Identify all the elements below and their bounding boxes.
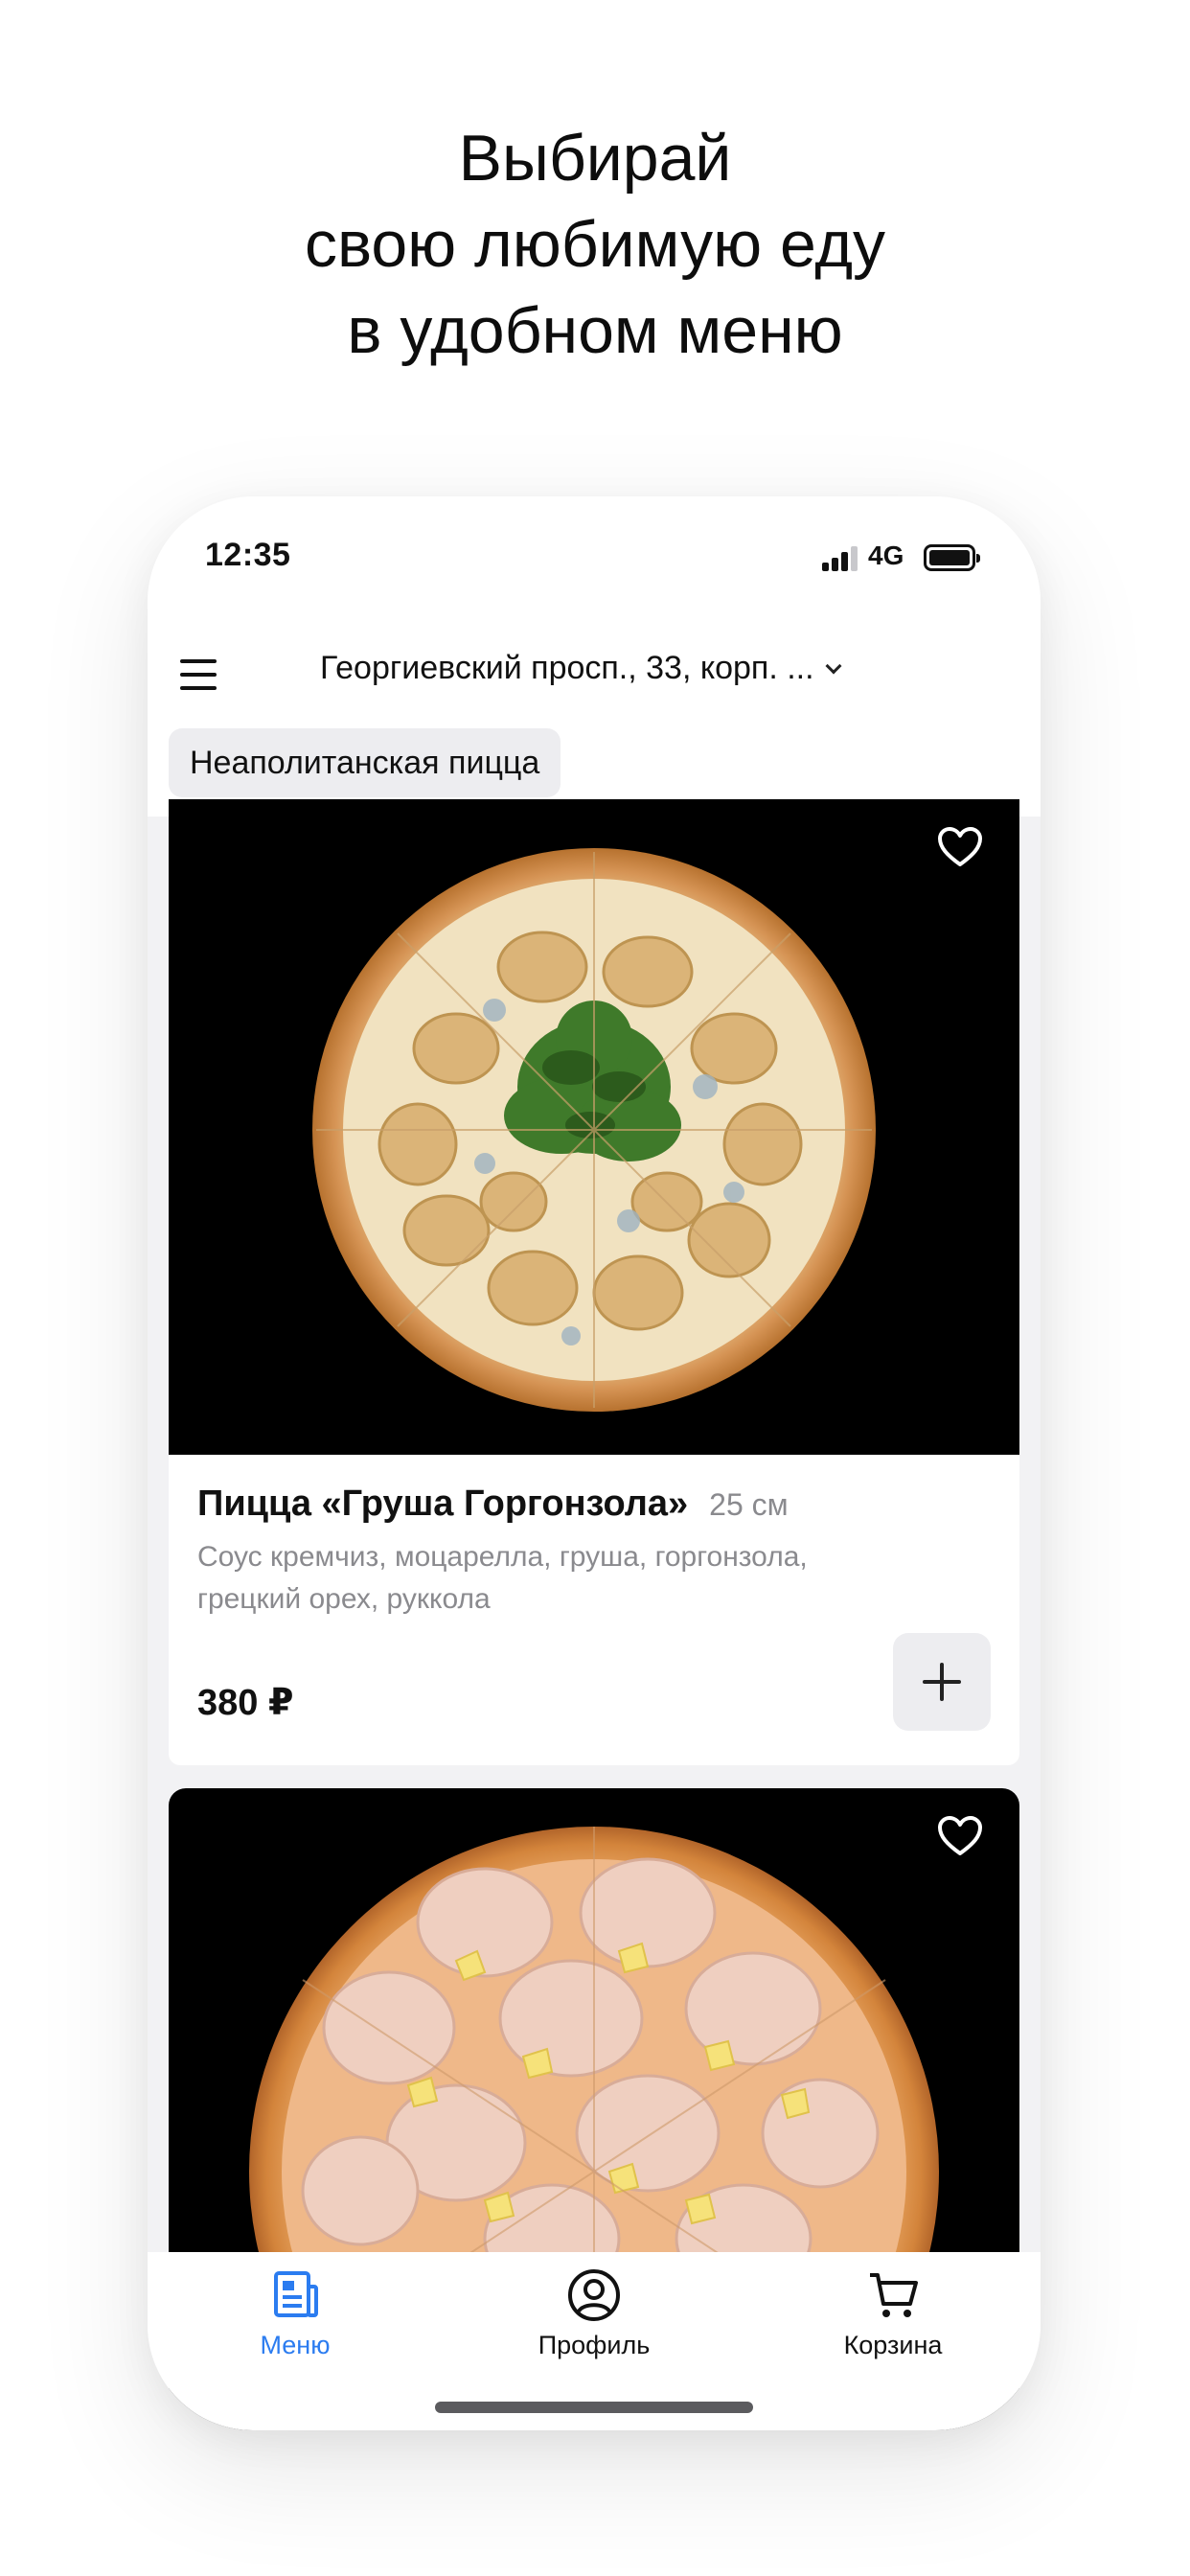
chevron-down-icon	[825, 657, 842, 674]
product-name: Пицца «Груша Горгонзола»	[197, 1484, 689, 1524]
product-size: 25 см	[709, 1487, 789, 1522]
profile-icon	[568, 2269, 620, 2321]
network-type: 4G	[868, 540, 904, 570]
address-selector[interactable]: Георгиевский просп., 33, корп. ...	[320, 650, 895, 687]
phone-frame: 12:35 4G Георгиевский просп., 33, корп. …	[148, 496, 1041, 2430]
heart-icon[interactable]	[937, 826, 983, 868]
top-bar: Георгиевский просп., 33, корп. ...	[148, 621, 1041, 726]
category-chip[interactable]: Неаполитанская пицца	[169, 728, 561, 797]
nav-tab-menu[interactable]: Меню	[199, 2267, 391, 2360]
product-description: Соус кремчиз, моцарелла, груша, горгонзо…	[197, 1541, 808, 1615]
promo-line-3: в удобном меню	[347, 294, 843, 367]
menu-burger-icon[interactable]	[169, 646, 226, 703]
status-bar: 12:35 4G	[148, 496, 1041, 621]
product-price: 380 ₽	[197, 1683, 294, 1723]
promo-line-1: Выбирай	[458, 122, 732, 195]
menu-icon	[274, 2271, 318, 2317]
add-to-cart-button[interactable]	[893, 1633, 991, 1731]
battery-icon	[924, 544, 980, 571]
nav-label-profile: Профиль	[538, 2331, 651, 2359]
signal-icon	[822, 546, 858, 571]
promo-line-2: свою любимую еду	[304, 208, 886, 281]
nav-label-cart: Корзина	[843, 2331, 943, 2359]
home-indicator	[435, 2402, 753, 2413]
promo-headline: Выбирай свою любимую еду в удобном меню	[0, 115, 1190, 374]
product-info: Пицца «Груша Горгонзола» 25 см Соус крем…	[197, 1484, 993, 1621]
address-text: Георгиевский просп., 33, корп. ...	[320, 650, 814, 686]
pizza-image	[312, 848, 876, 1412]
heart-icon[interactable]	[937, 1815, 983, 1857]
nav-label-menu: Меню	[260, 2331, 331, 2359]
status-time: 12:35	[205, 537, 291, 573]
nav-tab-profile[interactable]: Профиль	[498, 2267, 690, 2360]
nav-tab-cart[interactable]: Корзина	[797, 2267, 989, 2360]
cart-icon	[870, 2273, 918, 2317]
product-photo	[169, 799, 1019, 1455]
product-card[interactable]: Пицца «Груша Горгонзола» 25 см Соус крем…	[169, 799, 1019, 1765]
